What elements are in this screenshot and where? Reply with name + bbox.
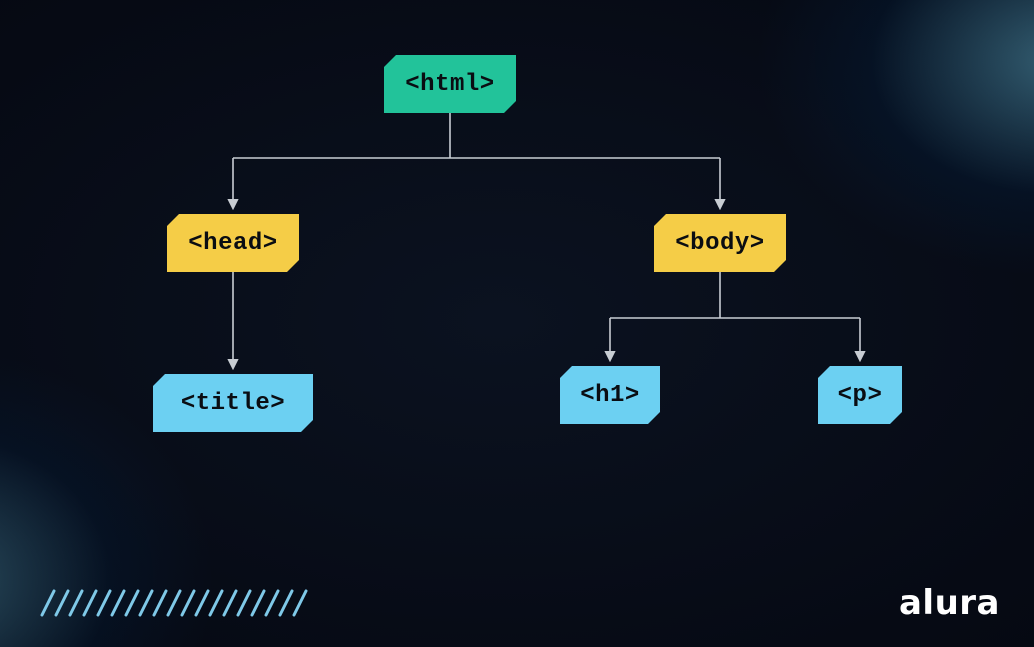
diagram-stage: { "tree": { "root": { "label": "<html>",… [0, 0, 1034, 647]
decorative-hatch [40, 589, 320, 617]
connector-lines [0, 0, 1034, 647]
node-head: <head> [167, 214, 299, 272]
brand-logo: alura [899, 583, 1000, 623]
node-html: <html> [384, 55, 516, 113]
node-body: <body> [654, 214, 786, 272]
node-title: <title> [153, 374, 313, 432]
node-p: <p> [818, 366, 902, 424]
node-h1: <h1> [560, 366, 660, 424]
